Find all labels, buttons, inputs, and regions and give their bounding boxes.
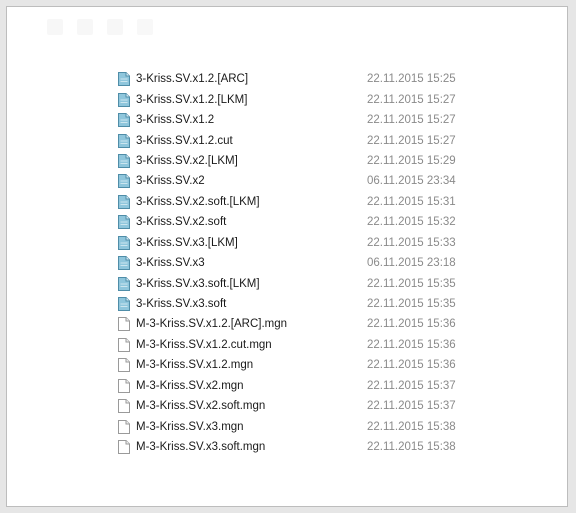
file-row[interactable]: M-3-Kriss.SV.x1.2.mgn 22.11.2015 15:36 — [115, 355, 555, 375]
file-name: 3-Kriss.SV.x3 — [136, 257, 205, 270]
file-name: 3-Kriss.SV.x2 — [136, 175, 205, 188]
database-file-icon — [117, 153, 131, 169]
file-row[interactable]: 3-Kriss.SV.x2.soft.[LKM] 22.11.2015 15:31 — [115, 192, 555, 212]
toolbar-icon[interactable] — [137, 19, 153, 35]
file-name: M-3-Kriss.SV.x1.2.mgn — [136, 359, 254, 372]
file-date: 22.11.2015 15:36 — [367, 338, 456, 351]
blank-file-icon — [117, 357, 131, 373]
file-row[interactable]: M-3-Kriss.SV.x2.mgn 22.11.2015 15:37 — [115, 376, 555, 396]
blank-file-icon — [117, 378, 131, 394]
file-date: 22.11.2015 15:27 — [367, 134, 456, 147]
file-date: 22.11.2015 15:27 — [367, 114, 456, 127]
file-name: 3-Kriss.SV.x2.[LKM] — [136, 154, 238, 167]
blank-file-icon — [117, 337, 131, 353]
file-row[interactable]: 3-Kriss.SV.x1.2.[ARC] 22.11.2015 15:25 — [115, 69, 555, 89]
file-name: M-3-Kriss.SV.x2.soft.mgn — [136, 400, 266, 413]
file-list: 3-Kriss.SV.x1.2.[ARC] 22.11.2015 15:25 3-… — [115, 69, 555, 457]
file-date: 22.11.2015 15:37 — [367, 379, 456, 392]
toolbar-icon[interactable] — [107, 19, 123, 35]
database-file-icon — [117, 235, 131, 251]
file-name: 3-Kriss.SV.x1.2.[LKM] — [136, 93, 248, 106]
file-name: 3-Kriss.SV.x2.soft.[LKM] — [136, 195, 260, 208]
file-row[interactable]: 3-Kriss.SV.x3.soft.[LKM] 22.11.2015 15:35 — [115, 273, 555, 293]
file-date: 22.11.2015 15:37 — [367, 400, 456, 413]
file-name: M-3-Kriss.SV.x1.2.[ARC].mgn — [136, 318, 288, 331]
database-file-icon — [117, 214, 131, 230]
blank-file-icon — [117, 439, 131, 455]
file-row[interactable]: M-3-Kriss.SV.x3.soft.mgn 22.11.2015 15:38 — [115, 437, 555, 457]
file-date: 22.11.2015 15:31 — [367, 195, 456, 208]
database-file-icon — [117, 194, 131, 210]
file-date: 22.11.2015 15:36 — [367, 359, 456, 372]
database-file-icon — [117, 71, 131, 87]
file-date: 22.11.2015 15:36 — [367, 318, 456, 331]
blank-file-icon — [117, 398, 131, 414]
file-row[interactable]: 3-Kriss.SV.x1.2.[LKM] 22.11.2015 15:27 — [115, 89, 555, 109]
file-name: M-3-Kriss.SV.x2.mgn — [136, 379, 244, 392]
file-date: 22.11.2015 15:29 — [367, 154, 456, 167]
file-row[interactable]: M-3-Kriss.SV.x3.mgn 22.11.2015 15:38 — [115, 416, 555, 436]
database-file-icon — [117, 133, 131, 149]
database-file-icon — [117, 112, 131, 128]
toolbar-icon[interactable] — [77, 19, 93, 35]
file-date: 22.11.2015 15:38 — [367, 441, 456, 454]
file-row[interactable]: M-3-Kriss.SV.x2.soft.mgn 22.11.2015 15:37 — [115, 396, 555, 416]
file-name: 3-Kriss.SV.x2.soft — [136, 216, 227, 229]
file-date: 22.11.2015 15:32 — [367, 216, 456, 229]
blank-file-icon — [117, 316, 131, 332]
database-file-icon — [117, 296, 131, 312]
file-row[interactable]: 3-Kriss.SV.x1.2 22.11.2015 15:27 — [115, 110, 555, 130]
database-file-icon — [117, 255, 131, 271]
file-date: 22.11.2015 15:27 — [367, 93, 456, 106]
file-explorer-window: 3-Kriss.SV.x1.2.[ARC] 22.11.2015 15:25 3-… — [6, 6, 568, 507]
file-row[interactable]: 3-Kriss.SV.x3.[LKM] 22.11.2015 15:33 — [115, 233, 555, 253]
file-date: 22.11.2015 15:35 — [367, 277, 456, 290]
file-date: 22.11.2015 15:25 — [367, 73, 456, 86]
file-name: 3-Kriss.SV.x1.2 — [136, 114, 215, 127]
database-file-icon — [117, 92, 131, 108]
file-row[interactable]: 3-Kriss.SV.x3 06.11.2015 23:18 — [115, 253, 555, 273]
file-name: 3-Kriss.SV.x3.[LKM] — [136, 236, 238, 249]
file-name: M-3-Kriss.SV.x3.soft.mgn — [136, 441, 266, 454]
file-row[interactable]: 3-Kriss.SV.x1.2.cut 22.11.2015 15:27 — [115, 130, 555, 150]
file-row[interactable]: 3-Kriss.SV.x3.soft 22.11.2015 15:35 — [115, 294, 555, 314]
blank-file-icon — [117, 419, 131, 435]
file-date: 22.11.2015 15:38 — [367, 420, 456, 433]
file-name: 3-Kriss.SV.x1.2.[ARC] — [136, 73, 249, 86]
database-file-icon — [117, 276, 131, 292]
file-name: 3-Kriss.SV.x3.soft — [136, 298, 227, 311]
file-name: 3-Kriss.SV.x3.soft.[LKM] — [136, 277, 260, 290]
file-row[interactable]: M-3-Kriss.SV.x1.2.[ARC].mgn 22.11.2015 15… — [115, 314, 555, 334]
file-row[interactable]: 3-Kriss.SV.x2.soft 22.11.2015 15:32 — [115, 212, 555, 232]
file-date: 06.11.2015 23:18 — [367, 257, 456, 270]
toolbar-icon[interactable] — [47, 19, 63, 35]
file-row[interactable]: 3-Kriss.SV.x2 06.11.2015 23:34 — [115, 171, 555, 191]
toolbar — [47, 19, 153, 39]
file-row[interactable]: 3-Kriss.SV.x2.[LKM] 22.11.2015 15:29 — [115, 151, 555, 171]
file-date: 06.11.2015 23:34 — [367, 175, 456, 188]
database-file-icon — [117, 173, 131, 189]
file-date: 22.11.2015 15:35 — [367, 298, 456, 311]
file-name: M-3-Kriss.SV.x3.mgn — [136, 420, 244, 433]
file-name: 3-Kriss.SV.x1.2.cut — [136, 134, 233, 147]
file-name: M-3-Kriss.SV.x1.2.cut.mgn — [136, 338, 272, 351]
file-row[interactable]: M-3-Kriss.SV.x1.2.cut.mgn 22.11.2015 15:3… — [115, 335, 555, 355]
file-date: 22.11.2015 15:33 — [367, 236, 456, 249]
